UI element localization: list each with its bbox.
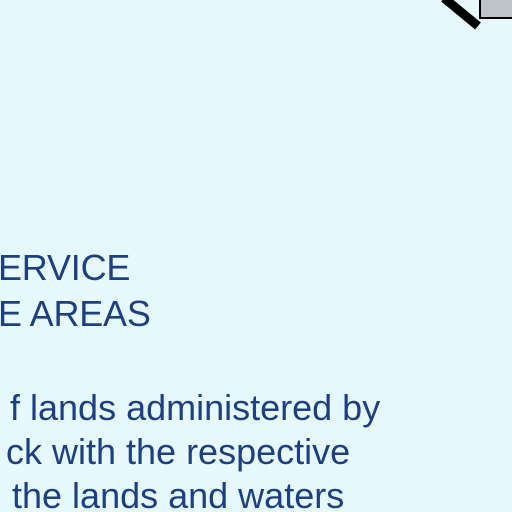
legend-body-line-2: ck with the respective [6, 431, 351, 472]
legend-heading-line-2: E AREAS [0, 293, 151, 334]
legend-body-line-1: f lands administered by [10, 387, 381, 428]
corner-gray-box [479, 0, 512, 19]
legend-heading-line-1: ERVICE [0, 247, 131, 288]
corner-map-symbol [441, 0, 512, 30]
map-legend-panel: ERVICE E AREAS f lands administered by c… [0, 0, 512, 512]
legend-body-line-3: the lands and waters [12, 475, 345, 512]
corner-diagonal-stroke [441, 0, 481, 30]
